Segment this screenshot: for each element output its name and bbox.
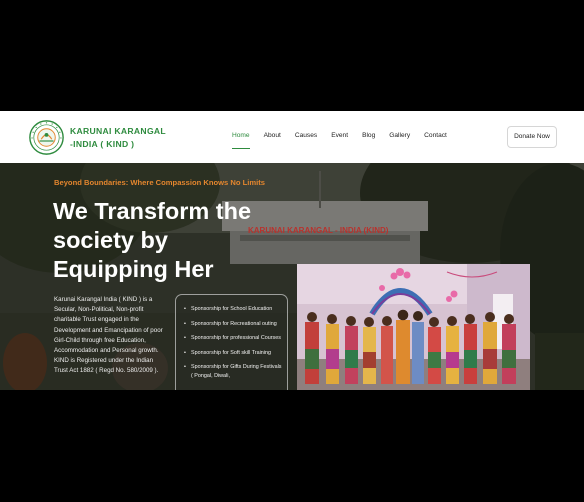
hero-title: We Transform the society by Equipping He…: [53, 198, 252, 282]
website-viewport: KARUNAI KARANGAL -INDIA ( KIND ) Home Ab…: [0, 111, 584, 390]
nav-about[interactable]: About: [264, 132, 281, 144]
nav-gallery[interactable]: Gallery: [389, 132, 410, 144]
brand-line-1: KARUNAI KARANGAL: [70, 126, 166, 136]
nav-blog[interactable]: Blog: [362, 132, 375, 144]
hero-tagline: Beyond Boundaries: Where Compassion Know…: [54, 178, 265, 187]
donate-now-button[interactable]: Donate Now: [507, 126, 557, 148]
nav-causes[interactable]: Causes: [295, 132, 317, 144]
brand-name[interactable]: KARUNAI KARANGAL -INDIA ( KIND ): [70, 125, 166, 151]
service-item: Sponsorship for Soft skill Training: [183, 349, 283, 358]
services-card: Sponsorship for School Education Sponsor…: [175, 294, 288, 390]
hero-section: KARUNAI KARANGAL - INDIA (KIND) Beyond B…: [0, 163, 584, 390]
nav-contact[interactable]: Contact: [424, 132, 447, 144]
service-item: Sponsorship for Gifts During Festivals (…: [183, 363, 283, 380]
brand-line-2: -INDIA ( KIND ): [70, 139, 135, 149]
service-item: Sponsorship for professional Courses: [183, 334, 283, 343]
site-header: KARUNAI KARANGAL -INDIA ( KIND ) Home Ab…: [0, 111, 584, 163]
nav-home[interactable]: Home: [232, 132, 250, 149]
main-nav: Home About Causes Event Blog Gallery Con…: [232, 132, 461, 149]
girls-group-photo: [297, 264, 530, 390]
services-list: Sponsorship for School Education Sponsor…: [183, 305, 283, 386]
nav-event[interactable]: Event: [331, 132, 348, 144]
service-item: Sponsorship for Recreational outing: [183, 320, 283, 329]
service-item: Sponsorship for School Education: [183, 305, 283, 314]
about-paragraph: Karunai Karangal India ( KIND ) is a Sec…: [54, 296, 163, 375]
kind-seal-logo[interactable]: [29, 120, 64, 155]
